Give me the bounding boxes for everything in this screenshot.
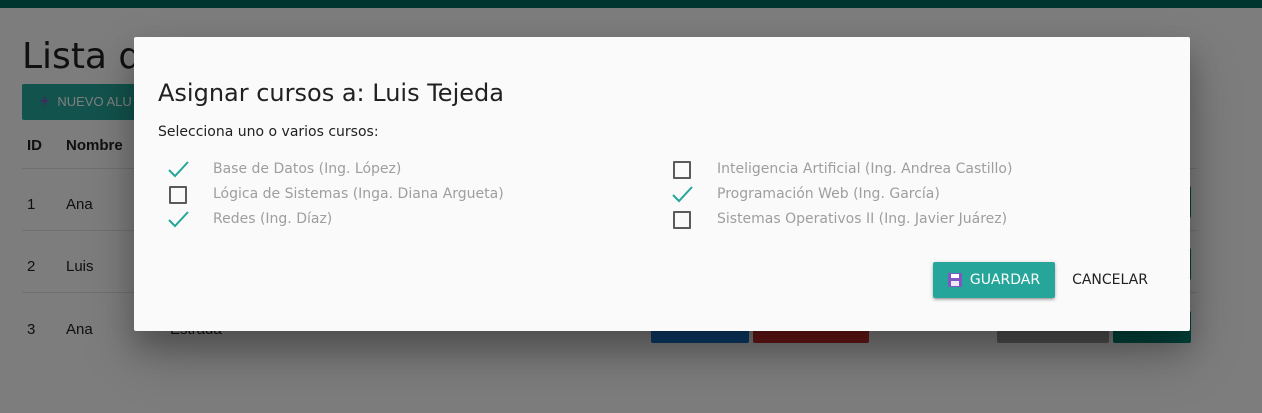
check-icon[interactable] <box>167 209 189 231</box>
course-label: Redes (Ing. Díaz) <box>213 211 333 227</box>
course-option-logica-de-sistemas[interactable]: Lógica de Sistemas (Inga. Diana Argueta) <box>167 184 504 206</box>
modal-subtitle: Selecciona uno o varios cursos: <box>158 124 379 140</box>
course-option-base-de-datos[interactable]: Base de Datos (Ing. López) <box>167 159 401 181</box>
course-label: Inteligencia Artificial (Ing. Andrea Cas… <box>717 161 1013 177</box>
save-button-label: GUARDAR <box>969 272 1041 288</box>
checkbox-empty-icon[interactable] <box>673 211 691 229</box>
assign-courses-modal: Asignar cursos a: Luis Tejeda Selecciona… <box>134 37 1190 331</box>
cancel-button[interactable]: CANCELAR <box>1064 262 1156 298</box>
checkbox-empty-icon[interactable] <box>169 186 187 204</box>
course-label: Lógica de Sistemas (Inga. Diana Argueta) <box>213 186 504 202</box>
modal-title: Asignar cursos a: Luis Tejeda <box>158 79 504 107</box>
save-button[interactable]: GUARDAR <box>933 262 1055 298</box>
check-icon[interactable] <box>671 184 693 206</box>
course-label: Programación Web (Ing. García) <box>717 186 940 202</box>
course-option-sistemas-operativos-ii[interactable]: Sistemas Operativos II (Ing. Javier Juár… <box>671 209 1007 231</box>
course-option-inteligencia-artificial[interactable]: Inteligencia Artificial (Ing. Andrea Cas… <box>671 159 1012 181</box>
check-icon[interactable] <box>167 159 189 181</box>
course-option-redes[interactable]: Redes (Ing. Díaz) <box>167 209 332 231</box>
course-label: Sistemas Operativos II (Ing. Javier Juár… <box>717 211 1008 227</box>
course-option-programacion-web[interactable]: Programación Web (Ing. García) <box>671 184 940 206</box>
floppy-disk-icon <box>947 273 962 287</box>
course-label: Base de Datos (Ing. López) <box>213 161 402 177</box>
checkbox-empty-icon[interactable] <box>673 161 691 179</box>
